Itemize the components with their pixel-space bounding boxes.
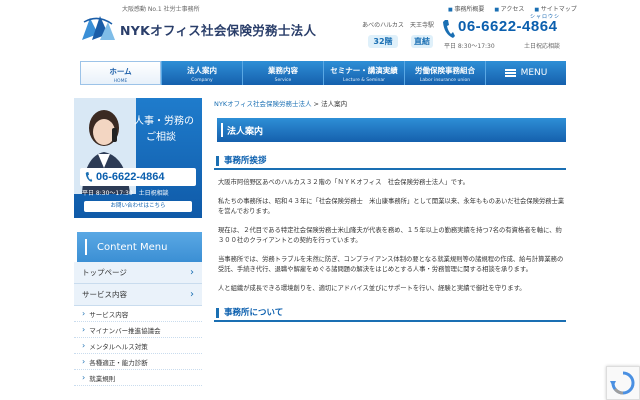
menu-sub-mental-health[interactable]: メンタルヘルス対策 — [74, 338, 202, 354]
content-menu-title: Content Menu — [97, 241, 168, 253]
tennoji-badge: 天王寺駅 直結 — [406, 20, 438, 48]
recaptcha-badge[interactable] — [606, 366, 640, 400]
header-phone-number[interactable]: 06-6622-4864 — [458, 18, 557, 35]
top-link-office[interactable]: 事務所概要 — [448, 4, 484, 13]
section-title-about: 事務所について — [214, 304, 566, 322]
site-header: 大阪感動 No.1 社労士事務所 NYKオフィス社会保険労務士法人 あべのハルカ… — [0, 0, 640, 58]
consult-phone-number: 06-6622-4864 — [96, 171, 165, 183]
contact-button[interactable]: お問い合わせはこちら — [84, 201, 192, 212]
tennoji-direct: 直結 — [411, 35, 433, 48]
logo-icon[interactable] — [80, 12, 116, 42]
phone-icon — [85, 172, 93, 182]
paragraph: 現在は、２代目である特定社会保険労務士米山隆夫が代表を務め、１５年以上の勤務実績… — [218, 226, 562, 245]
header-hours-weekday: 平日 8:30～17:30 — [444, 43, 495, 50]
logo-text[interactable]: NYKオフィス社会保険労務士法人 — [120, 20, 316, 39]
consult-title-1: 人事・労務の — [134, 116, 194, 127]
hamburger-icon — [504, 69, 516, 77]
consult-hours: 平日 8:30～17:30 土日祝相談 — [82, 190, 169, 197]
paragraph: 人と組織が成長できる環境創りを、適切にアドバイス並びにサポートを行い、経験と実績… — [218, 284, 526, 292]
nav-seminar-sub: Lecture & Seminar — [343, 78, 385, 83]
nav-home-label: ホーム — [109, 67, 132, 76]
nav-company-sub: Company — [191, 78, 213, 83]
nav-seminar-label: セミナー・講演実績 — [330, 66, 398, 75]
nav-service-label: 業務内容 — [268, 66, 298, 75]
nav-service-sub: Service — [274, 78, 292, 83]
header-hours-weekend: 土日祝応相談 — [524, 43, 561, 50]
content-menu-heading: Content Menu — [74, 232, 202, 262]
menu-sub-services[interactable]: サービス内容 — [74, 306, 202, 322]
breadcrumb-separator: > — [311, 100, 322, 108]
tagline: 大阪感動 No.1 社労士事務所 — [122, 6, 200, 13]
paragraph: 当事務所では、労務トラブルを未然に防ぎ、コンプライアンス体制の要となる就業規則等… — [218, 255, 564, 274]
paragraph: 私たちの事務所は、昭和４３年に「社会保険労務士 米山康事務所」として開業以来、永… — [218, 197, 565, 216]
menu-sub-work-rules[interactable]: 就業規則 — [74, 370, 202, 386]
breadcrumb-home-link[interactable]: NYKオフィス社会保険労務士法人 — [214, 100, 311, 108]
nav-company[interactable]: 法人案内 Company — [161, 61, 242, 85]
menu-item-services[interactable]: サービス内容 — [74, 284, 202, 306]
consult-banner[interactable]: 人事・労務の ご相談 06-6622-4864 平日 8:30～17:30 土日… — [74, 98, 202, 218]
harukas-label: あべのハルカス — [362, 22, 404, 29]
tennoji-label: 天王寺駅 — [409, 22, 434, 29]
menu-sub-aptitude[interactable]: 各種適正・能力診断 — [74, 354, 202, 370]
consult-phone[interactable]: 06-6622-4864 — [80, 168, 196, 186]
nav-company-label: 法人案内 — [187, 66, 217, 75]
page-title: 法人案内 — [214, 118, 566, 142]
sidebar: 人事・労務の ご相談 06-6622-4864 平日 8:30～17:30 土日… — [74, 98, 202, 386]
harukas-floor: 32階 — [368, 35, 398, 48]
breadcrumb: NYKオフィス社会保険労務士法人 > 法人案内 — [214, 98, 566, 108]
section-title-greeting: 事務所挨拶 — [214, 152, 566, 170]
nav-home-sub: HOME — [113, 79, 128, 84]
nav-menu-button[interactable]: MENU — [485, 61, 566, 85]
top-links: 事務所概要 アクセス サイトマップ — [448, 4, 577, 13]
harukas-badge: あべのハルカス 32階 — [362, 20, 404, 48]
nav-service[interactable]: 業務内容 Service — [242, 61, 323, 85]
main-content: NYKオフィス社会保険労務士法人 > 法人案内 法人案内 事務所挨拶 大阪市阿倍… — [214, 98, 566, 322]
phone-icon — [443, 20, 455, 38]
nav-seminar[interactable]: セミナー・講演実績 Lecture & Seminar — [323, 61, 404, 85]
menu-item-top-page[interactable]: トップページ — [74, 262, 202, 284]
nav-labor-union-sub: Labor insurance union — [419, 78, 471, 83]
top-link-access[interactable]: アクセス — [494, 4, 525, 13]
global-nav: ホーム HOME 法人案内 Company 業務内容 Service セミナー・… — [80, 61, 566, 85]
top-link-sitemap[interactable]: サイトマップ — [534, 4, 577, 13]
breadcrumb-current: 法人案内 — [321, 100, 348, 108]
paragraph: 大阪市阿倍野区あべのハルカス３２階の「ＮＹＫオフィス 社会保険労務士法人」です。 — [218, 179, 469, 186]
menu-sub-mynumber[interactable]: マイナンバー推進協議会 — [74, 322, 202, 338]
recaptcha-icon — [610, 371, 635, 395]
nav-labor-union-label: 労働保険事務組合 — [415, 66, 475, 75]
nav-home[interactable]: ホーム HOME — [80, 61, 161, 85]
consult-title-2: ご相談 — [146, 132, 176, 143]
nav-labor-union[interactable]: 労働保険事務組合 Labor insurance union — [404, 61, 485, 85]
nav-menu-label: MENU — [520, 68, 548, 78]
